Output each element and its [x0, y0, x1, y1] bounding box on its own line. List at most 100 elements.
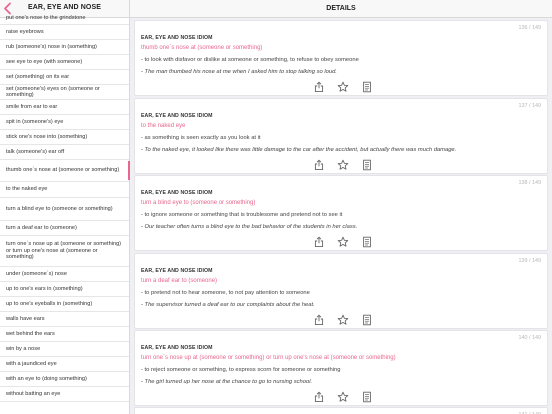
idiom-card: 141 / 149: [134, 407, 548, 414]
list-item[interactable]: with an eye to (doing something): [0, 372, 129, 387]
card-actions: [135, 81, 547, 95]
list-item-label: without batting an eye: [6, 390, 61, 397]
list-item-label: spit in (someone's) eye: [6, 118, 64, 125]
list-item[interactable]: spit in (someone's) eye: [0, 115, 129, 130]
share-icon[interactable]: [313, 159, 325, 171]
list-item[interactable]: up to one's eyeballs in (something): [0, 297, 129, 312]
card-meaning: - to look with disfavor or dislike at so…: [141, 57, 359, 63]
card-counter: 137 / 149: [518, 103, 541, 109]
list-item[interactable]: turn a blind eye to (someone or somethin…: [0, 198, 129, 221]
list-title: EAR, EYE AND NOSE: [27, 4, 101, 11]
idiom-card: 140 / 149 EAR, EYE AND NOSE IDIOM turn one…: [134, 330, 548, 406]
idiom-card: 138 / 149 EAR, EYE AND NOSE IDIOM turn a b…: [134, 175, 548, 251]
card-example: - The supervisor turned a deaf ear to ou…: [141, 302, 315, 308]
list-item-label: wet behind the ears: [6, 330, 55, 337]
card-actions: [135, 236, 547, 250]
list-item-label: thumb one`s nose at (someone or somethin…: [6, 167, 120, 174]
card-category: EAR, EYE AND NOSE IDIOM: [141, 268, 213, 274]
idiom-card: 139 / 149 EAR, EYE AND NOSE IDIOM turn a d…: [134, 253, 548, 329]
idiom-card: 136 / 149 EAR, EYE AND NOSE IDIOM thumb on…: [134, 20, 548, 96]
list-item-label: to the naked eye: [6, 186, 48, 193]
card-actions: [135, 159, 547, 173]
share-icon[interactable]: [313, 391, 325, 403]
card-example: - Our teacher often turns a blind eye to…: [141, 224, 358, 230]
notes-icon[interactable]: [361, 159, 373, 171]
details-panel: DETAILS 136 / 149 EAR, EYE AND NOSE IDIOM…: [130, 0, 552, 414]
card-idiom: turn one`s nose up at (someone or someth…: [141, 355, 396, 361]
list-item-label: talk (someone's) ear off: [6, 148, 65, 155]
list-item-label: with a jaundiced eye: [6, 360, 57, 367]
list-item-label: under (someone`s) nose: [6, 270, 67, 277]
share-icon[interactable]: [313, 314, 325, 326]
list-item[interactable]: wet behind the ears: [0, 327, 129, 342]
list-item-label: raise eyebrows: [6, 28, 44, 35]
card-counter: 136 / 149: [518, 25, 541, 31]
list-item[interactable]: thumb one`s nose at (someone or somethin…: [0, 160, 130, 182]
list-item[interactable]: under (someone`s) nose: [0, 267, 129, 282]
list-item-label: with an eye to (doing something): [6, 375, 87, 382]
card-actions: [135, 391, 547, 405]
card-counter: 140 / 149: [518, 335, 541, 341]
list-item-label: see eye to eye (with someone): [6, 58, 83, 65]
star-icon[interactable]: [337, 391, 349, 403]
card-actions: [135, 314, 547, 328]
list-item[interactable]: with a jaundiced eye: [0, 357, 129, 372]
list-item-label: turn a blind eye to (someone or somethin…: [6, 205, 113, 212]
list-item-label: set (someone's) eyes on (someone or some…: [6, 85, 100, 98]
list-item-label: up to one's eyeballs in (something): [6, 300, 93, 307]
card-meaning: - to pretend not to hear someone, to not…: [141, 290, 310, 296]
card-meaning: - to reject someone or something, to exp…: [141, 367, 341, 373]
card-idiom: thumb one`s nose at (someone or somethin…: [141, 45, 263, 51]
list-item[interactable]: see eye to eye (with someone): [0, 55, 129, 70]
notes-icon[interactable]: [361, 236, 373, 248]
card-counter: 139 / 149: [518, 258, 541, 264]
card-meaning: - to ignore someone or something that is…: [141, 212, 343, 218]
list-item-label: up to one's ears in (something): [6, 285, 83, 292]
list-item[interactable]: without batting an eye: [0, 387, 129, 402]
list-item-label: smile from ear to ear: [6, 103, 58, 110]
share-icon[interactable]: [313, 236, 325, 248]
list-item-label: walls have ears: [6, 315, 45, 322]
idiom-card: 137 / 149 EAR, EYE AND NOSE IDIOM to the n…: [134, 98, 548, 174]
list-item[interactable]: turn a deaf ear to (someone): [0, 221, 129, 236]
list-item-label: turn a deaf ear to (someone): [6, 224, 77, 231]
details-title: DETAILS: [326, 5, 356, 12]
notes-icon[interactable]: [361, 81, 373, 93]
list-item-label: stick one's nose into (something): [6, 133, 88, 140]
card-category: EAR, EYE AND NOSE IDIOM: [141, 35, 213, 41]
list-item-label: put one's nose to the grindstone: [6, 15, 86, 22]
list-item[interactable]: talk (someone's) ear off: [0, 145, 129, 160]
list-item[interactable]: win by a nose: [0, 342, 129, 357]
list-item[interactable]: stick one's nose into (something): [0, 130, 129, 145]
list-item[interactable]: turn one`s nose up at (someone or someth…: [0, 236, 129, 267]
list-item[interactable]: set (something) on its ear: [0, 70, 129, 85]
card-idiom: turn a blind eye to (someone or somethin…: [141, 200, 256, 206]
list-item-label: set (something) on its ear: [6, 73, 70, 80]
notes-icon[interactable]: [361, 391, 373, 403]
list-item[interactable]: to the naked eye: [0, 182, 129, 198]
notes-icon[interactable]: [361, 314, 373, 326]
details-header: DETAILS: [130, 0, 552, 18]
star-icon[interactable]: [337, 314, 349, 326]
card-category: EAR, EYE AND NOSE IDIOM: [141, 345, 213, 351]
card-counter: 138 / 149: [518, 180, 541, 186]
list-item[interactable]: rub (someone's) nose in (something): [0, 40, 129, 55]
star-icon[interactable]: [337, 159, 349, 171]
share-icon[interactable]: [313, 81, 325, 93]
card-idiom: turn a deaf ear to (someone): [141, 278, 218, 284]
card-example: - The man thumbed his nose at me when I …: [141, 69, 337, 75]
list-item[interactable]: set (someone's) eyes on (someone or some…: [0, 85, 129, 100]
list-item[interactable]: smile from ear to ear: [0, 100, 129, 115]
card-category: EAR, EYE AND NOSE IDIOM: [141, 190, 213, 196]
list-item-label: turn one`s nose up at (someone or someth…: [6, 241, 122, 261]
list-item[interactable]: raise eyebrows: [0, 25, 129, 40]
list-item[interactable]: up to one's ears in (something): [0, 282, 129, 297]
idiom-list: put one's nose to the grindstone raise ey…: [0, 13, 130, 402]
star-icon[interactable]: [337, 236, 349, 248]
card-meaning: - as something is seen exactly as you lo…: [141, 135, 261, 141]
list-item[interactable]: put one's nose to the grindstone: [0, 13, 129, 25]
card-category: EAR, EYE AND NOSE IDIOM: [141, 113, 213, 119]
list-item[interactable]: walls have ears: [0, 312, 129, 327]
star-icon[interactable]: [337, 81, 349, 93]
list-item-label: win by a nose: [6, 345, 41, 352]
